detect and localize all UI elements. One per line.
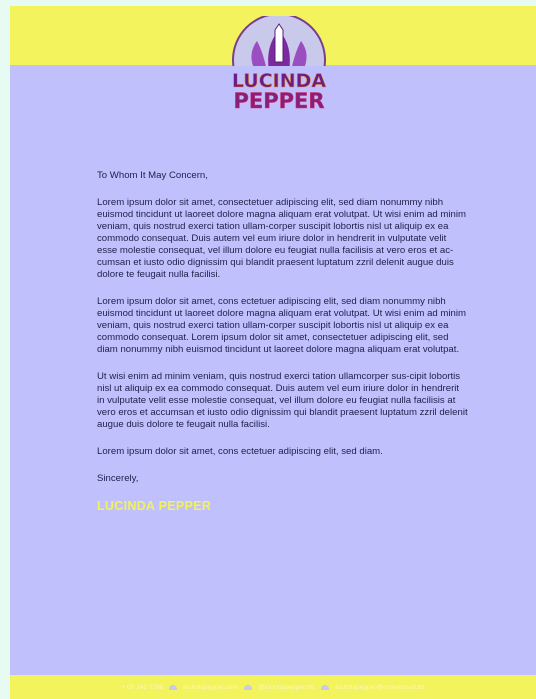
paragraph-2: Lorem ipsum dolor sit amet, cons ectetue… [97, 296, 467, 355]
email-icon [321, 684, 330, 690]
footer-social[interactable]: @lucindapepperofic [258, 684, 316, 691]
footer-phone: + 00 242 7788 [121, 683, 164, 691]
footer-contacts: + 00 242 7788 lucindapepper.com @lucinda… [10, 675, 536, 699]
brand-logo: LUCINDA PEPPER [217, 16, 341, 116]
footer-email[interactable]: lucindapepper@onlinecloud.tld [335, 684, 424, 691]
salutation: To Whom It May Concern, [97, 170, 208, 181]
paragraph-3: Ut wisi enim ad minim veniam, quis nostr… [97, 371, 468, 430]
social-icon [243, 684, 252, 690]
logo-word-2: PEPPER [233, 89, 324, 113]
web-icon [169, 684, 178, 690]
paragraph-1: Lorem ipsum dolor sit amet, consectetuer… [97, 197, 467, 280]
footer-website[interactable]: lucindapepper.com [183, 684, 238, 691]
letterhead-page: LUCINDA PEPPER To Whom It May Concern, L… [10, 6, 536, 699]
paragraph-4: Lorem ipsum dolor sit amet, cons ectetue… [97, 446, 383, 457]
letter-body: To Whom It May Concern, Lorem ipsum dolo… [97, 170, 469, 512]
closing: Sincerely, [97, 473, 139, 484]
signature: LUCINDA PEPPER [97, 499, 212, 513]
